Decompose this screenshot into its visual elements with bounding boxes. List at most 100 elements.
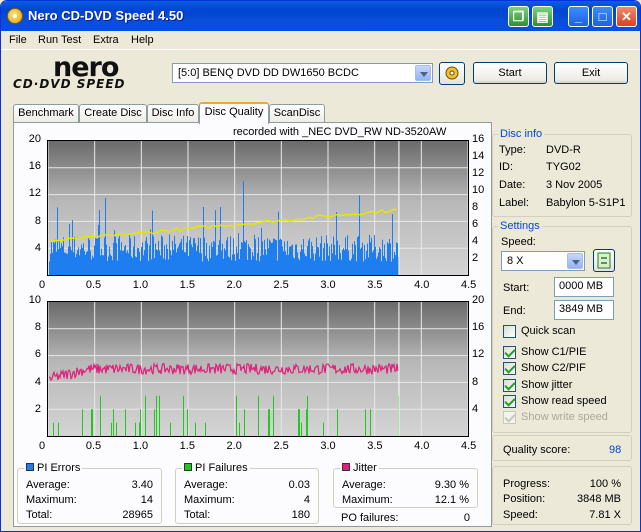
pi-error-bar <box>141 247 142 275</box>
pi-error-bar <box>274 238 275 275</box>
pi-error-bar <box>277 260 278 275</box>
pi-error-bar <box>81 244 82 275</box>
exit-button[interactable]: Exit <box>554 62 628 84</box>
checkbox-box[interactable] <box>503 346 516 359</box>
pi-error-bar <box>177 248 178 275</box>
pi-error-bar <box>397 243 398 275</box>
pi-error-bar <box>336 211 337 275</box>
eject-button[interactable] <box>439 62 465 85</box>
pi-error-bar <box>214 241 215 275</box>
pi-error-bar <box>69 223 70 275</box>
pi-error-bar <box>132 257 133 275</box>
save-icon[interactable]: ▤ <box>532 6 553 27</box>
pi-error-bar <box>60 247 61 275</box>
copy-icon[interactable]: ❐ <box>508 6 529 27</box>
pi-error-bar <box>295 244 296 275</box>
pi-error-bar <box>217 254 218 275</box>
pi-error-bar <box>199 252 200 275</box>
tab-create-disc[interactable]: Create Disc <box>79 104 147 123</box>
drive-select[interactable]: [5:0] BENQ DVD DD DW1650 BCDC <box>172 63 433 83</box>
pi-error-bar <box>298 258 299 275</box>
speed-chevron-down-icon[interactable] <box>567 253 583 269</box>
chevron-down-icon[interactable] <box>415 65 431 81</box>
pi-failures-swatch <box>184 463 192 471</box>
pi-error-bar <box>242 242 243 275</box>
pi-error-bar <box>172 240 173 275</box>
pi-error-bar <box>147 243 148 275</box>
jitter-swatch <box>342 463 350 471</box>
pi-error-bar <box>316 237 317 275</box>
maximize-button[interactable]: □ <box>592 6 613 27</box>
pi-errors-box: PI Errors Average: 3.40 Maximum: 14 Total:… <box>17 462 162 524</box>
tab-scandisc[interactable]: ScanDisc <box>269 104 325 123</box>
tab-disc-info[interactable]: Disc Info <box>147 104 199 123</box>
c1-y-right-tick: 2 <box>472 252 479 264</box>
pi-error-bar <box>392 214 393 275</box>
pi-failure-bar <box>156 395 157 436</box>
pi-error-bar <box>384 244 385 275</box>
refresh-speed-button[interactable] <box>593 249 615 272</box>
pi-error-bar <box>170 250 171 275</box>
pi-error-bar <box>119 236 120 275</box>
pi-error-bar <box>215 210 216 275</box>
pi-error-bar <box>104 237 105 275</box>
pi-error-bar <box>127 250 128 275</box>
minimize-button[interactable]: _ <box>568 6 589 27</box>
c1-x-tick: 0.5 <box>85 279 102 291</box>
tab-benchmark[interactable]: Benchmark <box>13 104 79 123</box>
po-failures-label: PO failures: <box>341 512 399 524</box>
pi-error-bar <box>196 251 197 275</box>
pi-failure-bar <box>91 409 92 436</box>
pi-error-bar <box>291 245 292 275</box>
c2-y-right-tick: 16 <box>472 321 485 334</box>
pi-error-bar <box>345 237 346 275</box>
nero-app-icon[interactable] <box>7 8 23 24</box>
c1-y-right-tick: 4 <box>472 235 479 247</box>
checkbox-box[interactable] <box>503 325 516 338</box>
pi-error-bar <box>305 256 306 275</box>
pi-failure-bar <box>170 422 171 436</box>
end-input[interactable]: 3849 MB <box>554 300 614 320</box>
checkbox-box[interactable] <box>503 395 516 408</box>
checkbox-box[interactable] <box>503 379 516 392</box>
pi-error-bar <box>371 237 372 275</box>
pi-error-bar <box>110 254 111 275</box>
pi-error-bar <box>327 243 328 275</box>
pi-error-bar <box>393 258 394 275</box>
pi-error-bar <box>131 256 132 275</box>
c2-x-tick: 4.0 <box>414 440 430 452</box>
start-label: Start: <box>503 282 530 294</box>
pi-error-bar <box>73 252 74 275</box>
checkbox-label: Quick scan <box>521 325 576 337</box>
pi-error-bar <box>202 261 203 275</box>
menu-file[interactable]: File <box>9 34 27 46</box>
c2-y-right-tick: 12 <box>472 348 485 361</box>
title-bar[interactable]: Nero CD-DVD Speed 4.50 ❐ ▤ _ □ ✕ <box>1 1 640 31</box>
pi-failure-bar <box>145 395 146 436</box>
pi-error-bar <box>379 247 380 275</box>
pi-error-bar <box>80 249 81 275</box>
checkbox-box[interactable] <box>503 362 516 375</box>
menu-extra[interactable]: Extra <box>93 34 119 46</box>
pi-error-bar <box>101 248 102 275</box>
menu-run-test[interactable]: Run Test <box>38 34 81 46</box>
pi-error-bar <box>394 251 395 275</box>
po-failures-value: 0 <box>463 512 470 524</box>
pi-error-bar <box>314 260 315 275</box>
pi-error-bar <box>260 256 261 275</box>
pi-error-bar <box>272 242 273 275</box>
start-button[interactable]: Start <box>473 62 547 84</box>
pi-error-bar <box>259 261 260 275</box>
read-speed-line <box>48 208 398 243</box>
menu-help[interactable]: Help <box>131 34 154 46</box>
pi-error-bar <box>116 243 117 275</box>
tab-disc-quality[interactable]: Disc Quality <box>199 102 269 124</box>
close-button[interactable]: ✕ <box>616 6 637 27</box>
start-input[interactable]: 0000 MB <box>554 277 614 297</box>
pi-error-bar <box>209 245 210 275</box>
speed-select[interactable]: 8 X <box>501 251 585 271</box>
pi-failures-chart <box>47 301 469 437</box>
pi-error-bar <box>249 246 250 275</box>
pi-error-bar <box>271 243 272 275</box>
pi-error-bar <box>377 256 378 275</box>
